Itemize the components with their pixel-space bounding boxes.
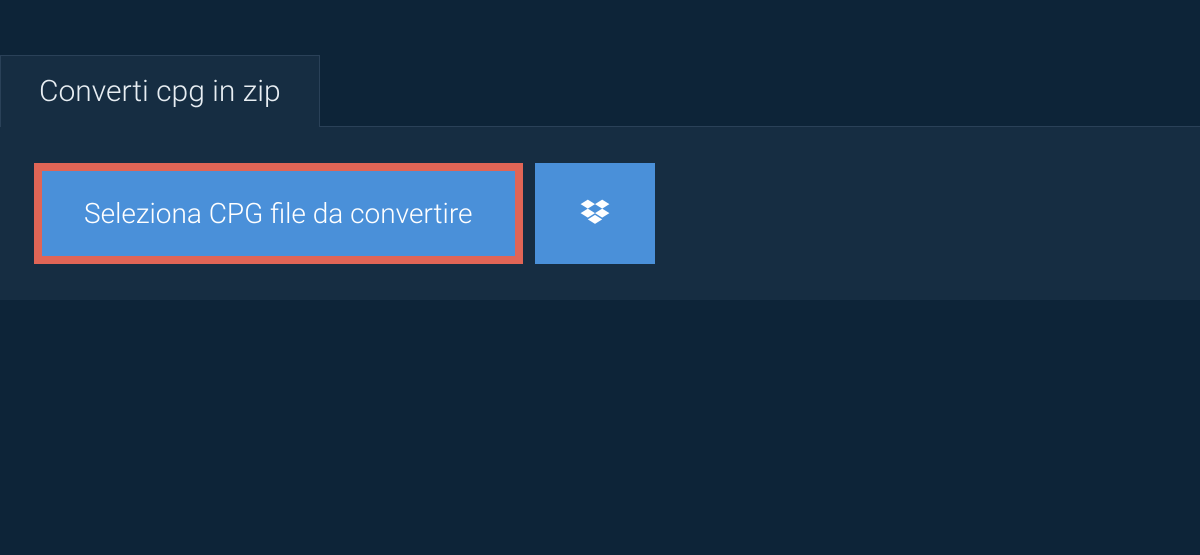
dropbox-button[interactable]	[535, 163, 655, 264]
tab-convert[interactable]: Converti cpg in zip	[0, 55, 320, 127]
tab-label: Converti cpg in zip	[39, 74, 281, 109]
dropbox-icon	[577, 196, 613, 232]
tab-container: Converti cpg in zip	[0, 55, 1200, 127]
select-file-button[interactable]: Seleziona CPG file da convertire	[34, 163, 523, 264]
select-file-label: Seleziona CPG file da convertire	[84, 197, 473, 230]
conversion-panel: Seleziona CPG file da convertire	[0, 126, 1200, 300]
button-row: Seleziona CPG file da convertire	[34, 163, 655, 264]
